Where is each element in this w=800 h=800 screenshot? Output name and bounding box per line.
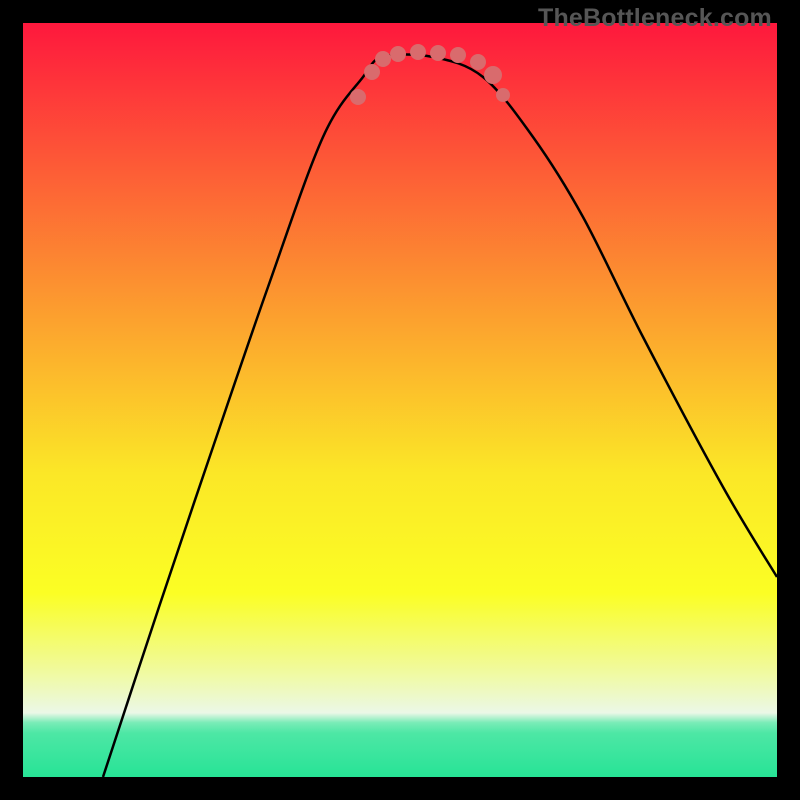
bottleneck-curve <box>103 55 777 778</box>
plot-frame <box>23 23 777 777</box>
marker-point <box>470 54 486 70</box>
watermark: TheBottleneck.com <box>538 4 772 33</box>
markers-group <box>350 44 510 105</box>
marker-point <box>430 45 446 61</box>
plot-svg <box>23 23 777 777</box>
marker-point <box>410 44 426 60</box>
marker-point <box>375 51 391 67</box>
marker-point <box>350 89 366 105</box>
marker-point <box>364 64 380 80</box>
marker-point <box>390 46 406 62</box>
marker-point <box>484 66 502 84</box>
marker-point <box>496 88 510 102</box>
marker-point <box>450 47 466 63</box>
